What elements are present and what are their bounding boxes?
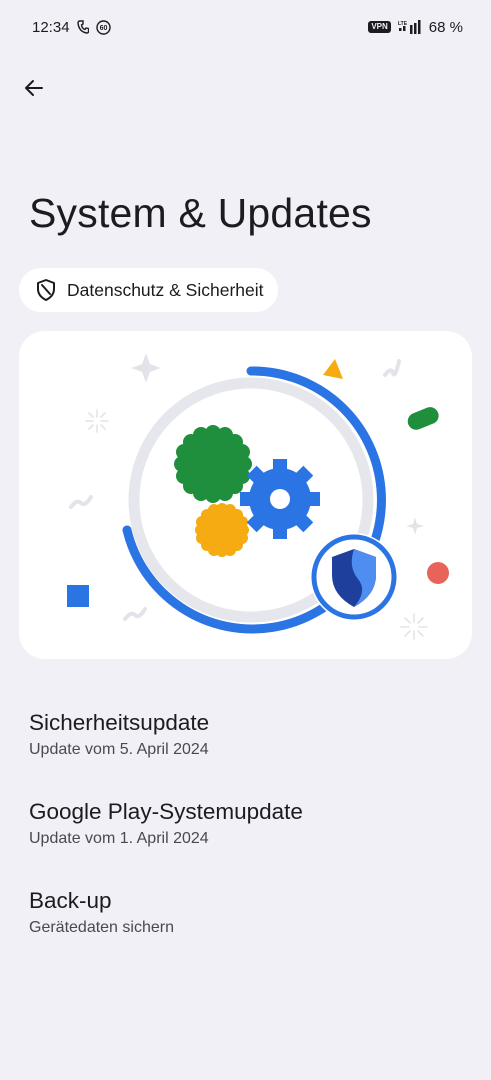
backup-item[interactable]: Back-up Gerätedaten sichern <box>0 868 491 957</box>
blue-square-decoration <box>67 585 89 607</box>
starburst-decoration <box>400 613 428 640</box>
battery-percent: 68 % <box>428 18 463 36</box>
page-title: System & Updates <box>29 190 372 236</box>
vpn-badge: VPN <box>368 21 391 33</box>
yellow-triangle-decoration <box>323 359 343 379</box>
item-subtitle: Update vom 5. April 2024 <box>29 741 209 758</box>
gears-illustration <box>67 353 449 640</box>
status-time: 12:34 <box>32 18 70 36</box>
shield-icon <box>37 279 55 301</box>
signal-icon: LTE <box>398 20 422 34</box>
security-update-item[interactable]: Sicherheitsupdate Update vom 5. April 20… <box>0 690 491 779</box>
status-right: VPN LTE 68 % <box>368 19 463 36</box>
badge-60-text: 60 <box>99 25 107 32</box>
hero-illustration-card <box>19 331 472 659</box>
item-subtitle: Gerätedaten sichern <box>29 919 174 936</box>
badge-60-icon: 60 <box>95 19 111 35</box>
network-label: LTE <box>398 21 408 27</box>
privacy-security-chip[interactable]: Datenschutz & Sicherheit <box>19 268 278 312</box>
blue-cog <box>240 459 320 539</box>
item-subtitle: Update vom 1. April 2024 <box>29 830 209 847</box>
back-button[interactable] <box>14 68 54 108</box>
google-play-system-update-item[interactable]: Google Play-Systemupdate Update vom 1. A… <box>0 779 491 868</box>
squiggle-decoration <box>123 607 147 621</box>
item-title: Google Play-Systemupdate <box>29 799 303 824</box>
phone-icon <box>76 20 89 34</box>
red-dot-decoration <box>427 562 449 584</box>
item-title: Sicherheitsupdate <box>29 710 210 735</box>
squiggle-decoration <box>69 495 93 509</box>
updates-list: Sicherheitsupdate Update vom 5. April 20… <box>0 690 491 957</box>
sparkle-decoration <box>406 517 424 535</box>
status-left: 12:34 60 <box>32 19 111 36</box>
item-title: Back-up <box>29 888 112 913</box>
starburst-decoration <box>85 409 109 433</box>
green-gear <box>174 425 252 503</box>
yellow-gear <box>195 503 249 557</box>
status-bar: 12:34 60 VPN LTE 68 % <box>0 0 491 54</box>
squiggle-decoration <box>383 359 401 377</box>
arrow-left-icon <box>25 80 43 96</box>
green-pill-decoration <box>407 407 439 430</box>
sparkle-decoration <box>131 353 161 383</box>
shield-badge <box>310 533 398 621</box>
chip-label: Datenschutz & Sicherheit <box>67 279 264 300</box>
